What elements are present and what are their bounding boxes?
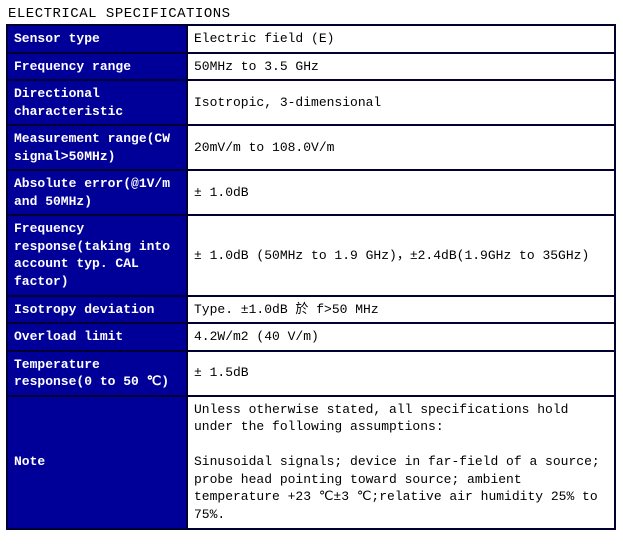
table-row: Measurement range(CW signal>50MHz) 20mV/… — [7, 125, 615, 170]
table-row: Note Unless otherwise stated, all specif… — [7, 396, 615, 529]
table-row: Overload limit 4.2W/m2 (40 V/m) — [7, 323, 615, 351]
table-row: Temperature response(0 to 50 ℃) ± 1.5dB — [7, 351, 615, 396]
spec-label: Frequency response(taking into account t… — [7, 215, 187, 295]
section-title: ELECTRICAL SPECIFICATIONS — [6, 6, 617, 22]
spec-value: Type. ±1.0dB 於 f>50 MHz — [187, 296, 615, 324]
spec-table: Sensor type Electric field (E) Frequency… — [6, 24, 616, 530]
table-row: Frequency response(taking into account t… — [7, 215, 615, 295]
spec-label: Frequency range — [7, 53, 187, 81]
spec-value: Isotropic, 3-dimensional — [187, 80, 615, 125]
spec-label: Temperature response(0 to 50 ℃) — [7, 351, 187, 396]
spec-label: Directional characteristic — [7, 80, 187, 125]
spec-label: Measurement range(CW signal>50MHz) — [7, 125, 187, 170]
table-row: Frequency range 50MHz to 3.5 GHz — [7, 53, 615, 81]
table-row: Directional characteristic Isotropic, 3-… — [7, 80, 615, 125]
spec-label: Overload limit — [7, 323, 187, 351]
spec-label: Absolute error(@1V/m and 50MHz) — [7, 170, 187, 215]
spec-value: 50MHz to 3.5 GHz — [187, 53, 615, 81]
spec-value: Unless otherwise stated, all specificati… — [187, 396, 615, 529]
spec-label: Sensor type — [7, 25, 187, 53]
spec-value: Electric field (E) — [187, 25, 615, 53]
spec-value: 20mV/m to 108.0V/m — [187, 125, 615, 170]
table-row: Isotropy deviation Type. ±1.0dB 於 f>50 M… — [7, 296, 615, 324]
spec-value: ± 1.0dB — [187, 170, 615, 215]
spec-value: 4.2W/m2 (40 V/m) — [187, 323, 615, 351]
spec-value: ± 1.5dB — [187, 351, 615, 396]
spec-label: Isotropy deviation — [7, 296, 187, 324]
table-row: Sensor type Electric field (E) — [7, 25, 615, 53]
spec-label: Note — [7, 396, 187, 529]
spec-value: ± 1.0dB (50MHz to 1.9 GHz)，±2.4dB(1.9GHz… — [187, 215, 615, 295]
table-row: Absolute error(@1V/m and 50MHz) ± 1.0dB — [7, 170, 615, 215]
